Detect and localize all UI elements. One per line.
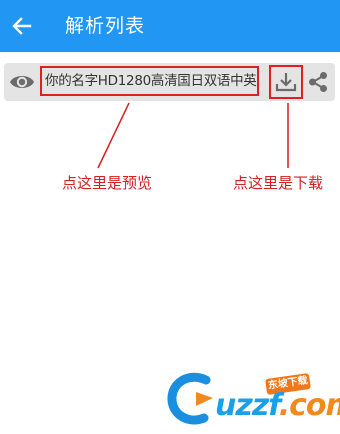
watermark-suffix: .com [278,388,340,423]
watermark-text: uzzf.com [215,388,340,424]
preview-pointer-line [97,102,130,169]
site-watermark: 东坡下载 uzzf.com [163,366,340,428]
logo-swirl-icon [167,372,213,425]
download-annotation: 点这里是下载 [233,174,324,192]
preview-annotation: 点这里是预览 [62,174,153,192]
watermark-brand: uzzf [215,388,280,423]
